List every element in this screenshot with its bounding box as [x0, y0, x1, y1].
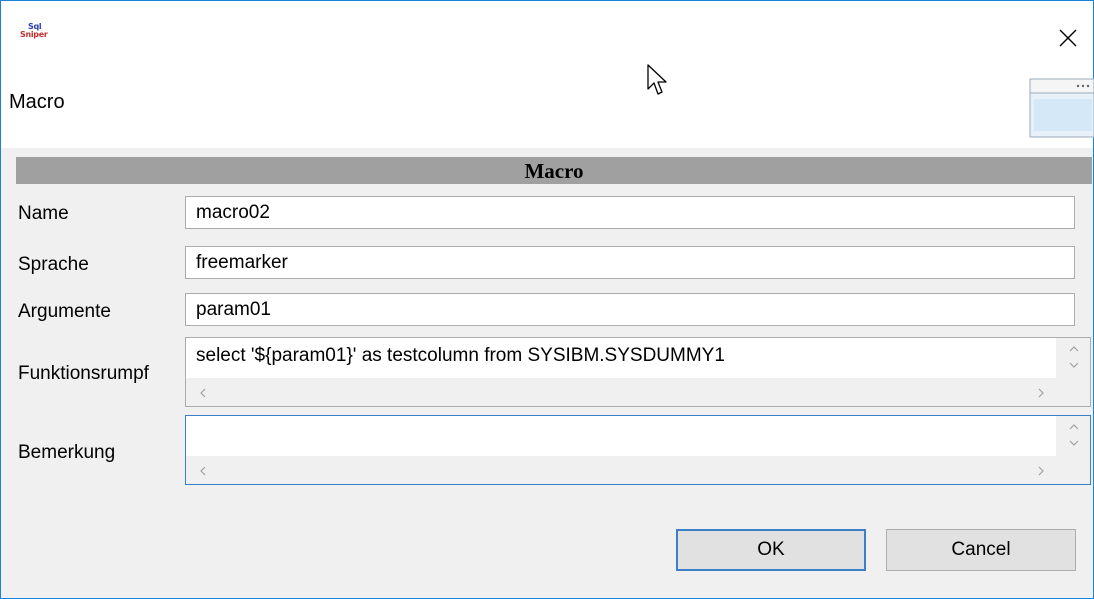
- ok-button[interactable]: OK: [676, 529, 866, 571]
- section-header: Macro: [16, 157, 1092, 184]
- remark-horizontal-scrollbar[interactable]: [186, 456, 1056, 484]
- remark-text[interactable]: [186, 416, 1056, 456]
- macro-dialog: Sql Sniper Macro Macro Name Sprache Argu…: [0, 0, 1094, 599]
- remark-vertical-scrollbar[interactable]: [1056, 416, 1090, 456]
- chevron-up-icon[interactable]: [1068, 344, 1080, 354]
- chevron-down-icon[interactable]: [1068, 360, 1080, 370]
- title-bar: Sql Sniper Macro: [1, 1, 1094, 148]
- app-icon-text-bottom: Sniper: [20, 30, 48, 39]
- mouse-cursor-icon: [647, 64, 667, 95]
- chevron-left-icon[interactable]: [198, 387, 208, 399]
- language-field[interactable]: [185, 246, 1075, 279]
- body-text[interactable]: select '${param01}' as testcolumn from S…: [186, 338, 1056, 378]
- body-vertical-scrollbar[interactable]: [1056, 338, 1090, 378]
- app-icon: Sql Sniper: [20, 23, 48, 43]
- remark-textarea[interactable]: [185, 415, 1091, 485]
- language-label: Sprache: [18, 254, 89, 275]
- body-horizontal-scrollbar[interactable]: [186, 378, 1056, 406]
- window-banner-icon: [1029, 78, 1094, 138]
- chevron-right-icon[interactable]: [1036, 387, 1046, 399]
- close-button[interactable]: [1051, 23, 1085, 53]
- arguments-field[interactable]: [185, 293, 1075, 326]
- name-label: Name: [18, 203, 69, 224]
- chevron-left-icon[interactable]: [198, 465, 208, 477]
- close-icon: [1059, 29, 1077, 47]
- arguments-label: Argumente: [18, 301, 111, 322]
- body-label: Funktionsrumpf: [18, 363, 149, 384]
- name-field[interactable]: [185, 196, 1075, 229]
- dialog-title: Macro: [9, 91, 65, 113]
- cancel-button[interactable]: Cancel: [886, 529, 1076, 571]
- remark-label: Bemerkung: [18, 442, 116, 463]
- chevron-down-icon[interactable]: [1068, 438, 1080, 448]
- chevron-up-icon[interactable]: [1068, 422, 1080, 432]
- body-textarea[interactable]: select '${param01}' as testcolumn from S…: [185, 337, 1091, 407]
- chevron-right-icon[interactable]: [1036, 465, 1046, 477]
